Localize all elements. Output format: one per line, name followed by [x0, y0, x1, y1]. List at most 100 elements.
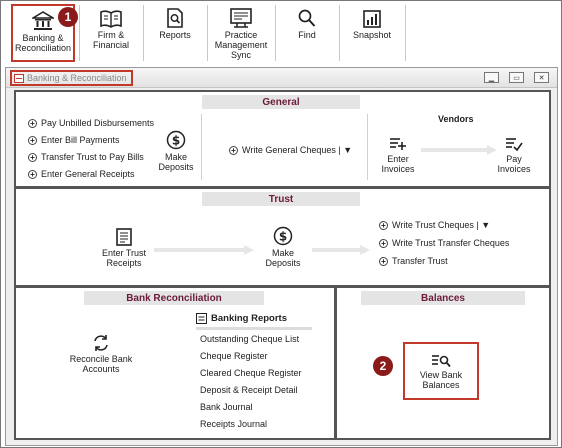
list-add-icon: [389, 130, 407, 152]
book-icon: [100, 4, 122, 28]
report-cheque-register[interactable]: Cheque Register: [200, 351, 268, 361]
toolbar-label: Find: [298, 30, 316, 40]
toolbar-firm-financial[interactable]: Firm & Financial: [83, 4, 139, 62]
link-label: Write General Cheques | ▼: [242, 145, 353, 155]
close-button[interactable]: ✕: [534, 72, 549, 83]
toolbar-divider: [275, 5, 276, 61]
dollar-icon: $: [273, 224, 293, 246]
toolbar-label: Snapshot: [352, 30, 392, 40]
chart-icon: [363, 4, 381, 28]
link-label: Enter General Receipts: [41, 169, 135, 179]
callout-badge-1: 1: [58, 7, 78, 27]
dollar-icon: $: [166, 128, 186, 150]
restore-button[interactable]: ▭: [509, 72, 524, 83]
link-label: Pay Unbilled Disbursements: [41, 118, 155, 128]
enter-trust-receipts-button[interactable]: Enter Trust Receipts: [96, 224, 152, 268]
toolbar-divider: [143, 5, 144, 61]
plus-circle-icon: +: [229, 145, 238, 155]
toolbar-practice-management-sync[interactable]: Practice Management Sync: [209, 4, 273, 62]
app-frame: Banking & Reconciliation 1 Firm & Financ…: [0, 0, 562, 448]
link-label: Write Trust Cheques | ▼: [392, 220, 491, 230]
banking-reports-heading: Banking Reports: [196, 313, 287, 324]
toolbar-label: Firm & Financial: [92, 30, 130, 50]
receipt-icon: [116, 224, 132, 246]
toolbar-snapshot[interactable]: Snapshot: [343, 4, 401, 62]
make-deposits-button[interactable]: $ Make Deposits: [154, 128, 198, 172]
toolbar-divider: [405, 5, 406, 61]
toolbar-divider: [339, 5, 340, 61]
minimize-button[interactable]: ▁: [484, 72, 499, 83]
plus-circle-icon: +: [379, 256, 388, 266]
report-deposit-receipt-detail[interactable]: Deposit & Receipt Detail: [200, 385, 298, 395]
toolbar-find[interactable]: Find: [279, 4, 335, 62]
reconcile-bank-accounts-button[interactable]: Reconcile Bank Accounts: [66, 330, 136, 374]
enter-general-receipts-link[interactable]: + Enter General Receipts: [28, 169, 135, 179]
toolbar-label: Banking & Reconciliation: [14, 33, 72, 53]
svg-text:$: $: [172, 134, 180, 148]
window-body: General + Pay Unbilled Disbursements + Ent…: [14, 90, 551, 440]
toolbar-label: Practice Management Sync: [214, 30, 268, 60]
refresh-icon: [92, 330, 110, 352]
link-label: Write Trust Transfer Cheques: [392, 238, 510, 248]
list-check-icon: [505, 130, 523, 152]
report-outstanding-cheque-list[interactable]: Outstanding Cheque List: [200, 334, 299, 344]
window-title: Banking & Reconciliation: [27, 73, 127, 83]
toolbar-divider: [79, 5, 80, 61]
magnifier-icon: [298, 4, 316, 28]
plus-circle-icon: +: [379, 238, 388, 248]
main-toolbar: Banking & Reconciliation 1 Firm & Financ…: [1, 1, 561, 65]
action-label: Make Deposits: [265, 248, 301, 268]
trust-panel: Trust Enter Trust Receipts $ Make Deposi…: [16, 189, 549, 285]
list-search-icon: [431, 350, 451, 368]
svg-text:$: $: [279, 230, 287, 244]
link-label: Enter Bill Payments: [41, 135, 120, 145]
action-label: View Bank Balances: [419, 370, 463, 390]
report-receipts-journal[interactable]: Receipts Journal: [200, 419, 267, 429]
link-label: Transfer Trust: [392, 256, 448, 266]
window-title-highlight: Banking & Reconciliation: [10, 70, 133, 86]
trust-make-deposits-button[interactable]: $ Make Deposits: [258, 224, 308, 268]
banking-reports-title: Banking Reports: [211, 313, 288, 324]
report-cleared-cheque-register[interactable]: Cleared Cheque Register: [200, 368, 302, 378]
pay-invoices-button[interactable]: Pay Invoices: [492, 130, 536, 174]
bank-reconciliation-panel: Bank Reconciliation Reconcile Bank Accou…: [16, 288, 334, 438]
balances-header: Balances: [361, 291, 525, 305]
plus-circle-icon: +: [28, 169, 37, 179]
plus-circle-icon: +: [28, 152, 37, 162]
link-label: Transfer Trust to Pay Bills: [41, 152, 144, 162]
pay-unbilled-disbursements-link[interactable]: + Pay Unbilled Disbursements: [28, 118, 154, 128]
toolbar-reports[interactable]: Reports: [147, 4, 203, 62]
general-header: General: [202, 95, 360, 109]
vendors-label: Vendors: [438, 114, 474, 124]
trust-header: Trust: [202, 192, 360, 206]
enter-bill-payments-link[interactable]: + Enter Bill Payments: [28, 135, 120, 145]
flow-arrow: [154, 245, 254, 255]
action-label: Reconcile Bank Accounts: [69, 354, 133, 374]
flow-arrow: [312, 245, 370, 255]
transfer-trust-link[interactable]: + Transfer Trust: [379, 256, 448, 266]
enter-invoices-button[interactable]: Enter Invoices: [376, 130, 420, 174]
window-titlebar: Banking & Reconciliation ▁ ▭ ✕: [6, 68, 557, 88]
divider: [201, 114, 202, 180]
report-bank-journal[interactable]: Bank Journal: [200, 402, 253, 412]
banking-reconciliation-window: Banking & Reconciliation ▁ ▭ ✕ General +…: [5, 67, 558, 446]
write-general-cheques-link[interactable]: + Write General Cheques | ▼: [229, 145, 352, 155]
bank-icon: [32, 7, 54, 31]
practice-sync-icon: [230, 4, 252, 28]
divider: [367, 114, 368, 180]
write-trust-transfer-cheques-link[interactable]: + Write Trust Transfer Cheques: [379, 238, 509, 248]
window-app-icon: [14, 73, 24, 83]
divider: [196, 327, 312, 330]
plus-circle-icon: +: [28, 135, 37, 145]
action-label: Enter Invoices: [381, 154, 415, 174]
view-bank-balances-button[interactable]: View Bank Balances: [403, 342, 479, 400]
action-label: Enter Trust Receipts: [101, 248, 146, 268]
action-label: Pay Invoices: [497, 154, 531, 174]
action-label: Make Deposits: [158, 152, 194, 172]
toolbar-divider: [207, 5, 208, 61]
report-search-icon: [166, 4, 184, 28]
callout-badge-2: 2: [373, 356, 393, 376]
write-trust-cheques-link[interactable]: + Write Trust Cheques | ▼: [379, 220, 490, 230]
plus-circle-icon: +: [28, 118, 37, 128]
transfer-trust-to-pay-bills-link[interactable]: + Transfer Trust to Pay Bills: [28, 152, 144, 162]
